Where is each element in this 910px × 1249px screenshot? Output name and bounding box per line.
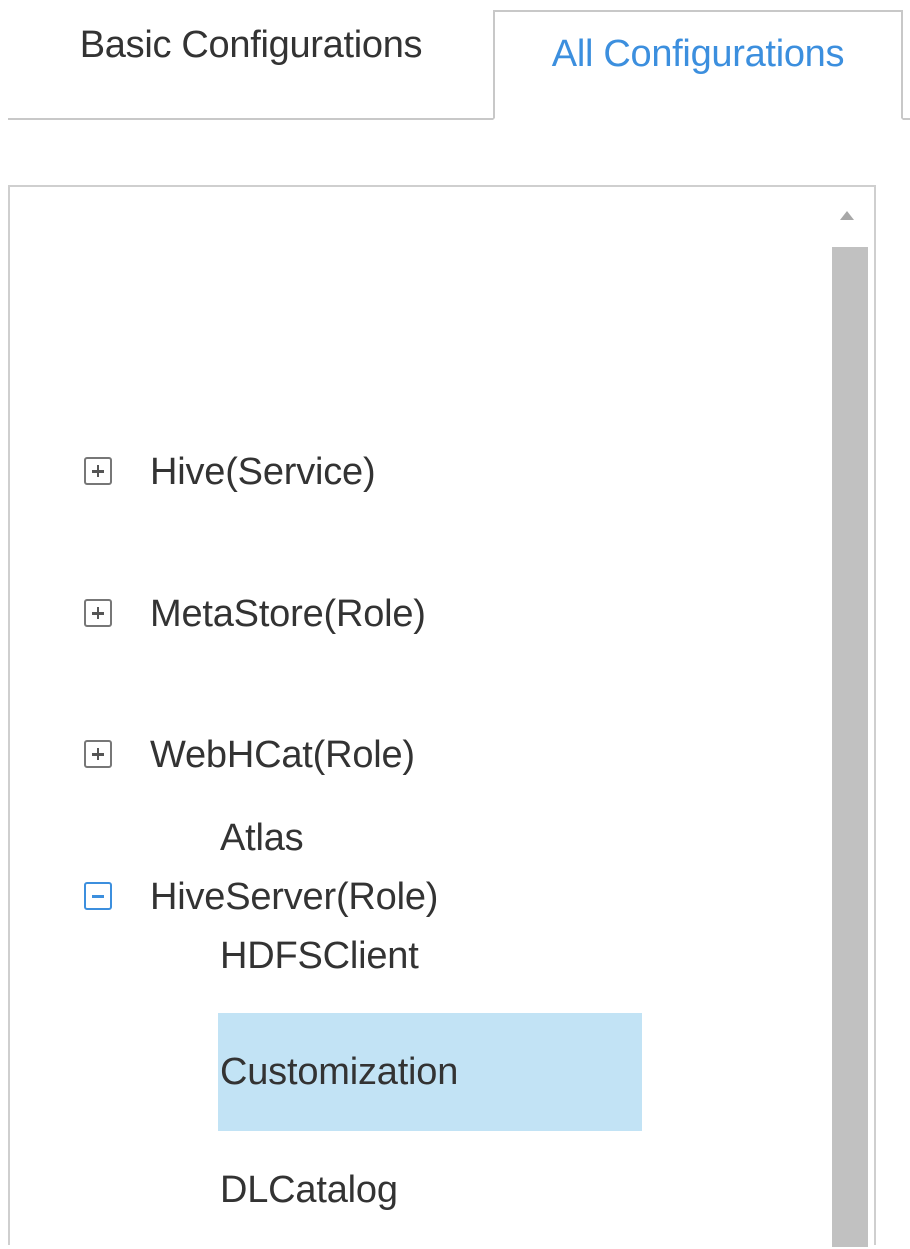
expand-plus-icon[interactable] [84, 457, 112, 485]
tree-child-atlas[interactable]: Atlas [218, 779, 642, 897]
tree-child-label: Atlas [220, 816, 304, 859]
expand-plus-icon[interactable] [84, 599, 112, 627]
tab-all-configurations[interactable]: All Configurations [493, 10, 903, 120]
tree-node-label: Hive(Service) [150, 450, 376, 493]
tab-basic-label: Basic Configurations [79, 23, 423, 66]
tree-child-customization[interactable]: Customization [218, 1013, 642, 1131]
tree-child-label: DLCatalog [220, 1168, 398, 1211]
tab-basic-configurations[interactable]: Basic Configurations [8, 10, 494, 120]
config-tabs: Basic Configurations All Configurations [0, 0, 910, 120]
collapse-minus-icon[interactable] [84, 882, 112, 910]
tab-all-label: All Configurations [551, 32, 845, 75]
tree-child-hdfsclient[interactable]: HDFSClient [218, 897, 642, 1015]
scroll-thumb[interactable] [832, 247, 868, 1247]
tree-child-label: Customization [220, 1050, 459, 1093]
tree-child-label: HDFSClient [220, 934, 419, 977]
tree-child-dlcatalog[interactable]: DLCatalog [218, 1131, 642, 1249]
tree-node-label: WebHCat(Role) [150, 733, 415, 776]
vertical-scrollbar[interactable] [828, 187, 876, 1247]
expand-plus-icon[interactable] [84, 740, 112, 768]
config-tree-panel: Hive(Service) MetaStore(Role) WebHCat(Ro… [8, 185, 876, 1247]
scroll-up-arrow-icon[interactable] [840, 211, 854, 220]
tree-node-label: MetaStore(Role) [150, 592, 426, 635]
